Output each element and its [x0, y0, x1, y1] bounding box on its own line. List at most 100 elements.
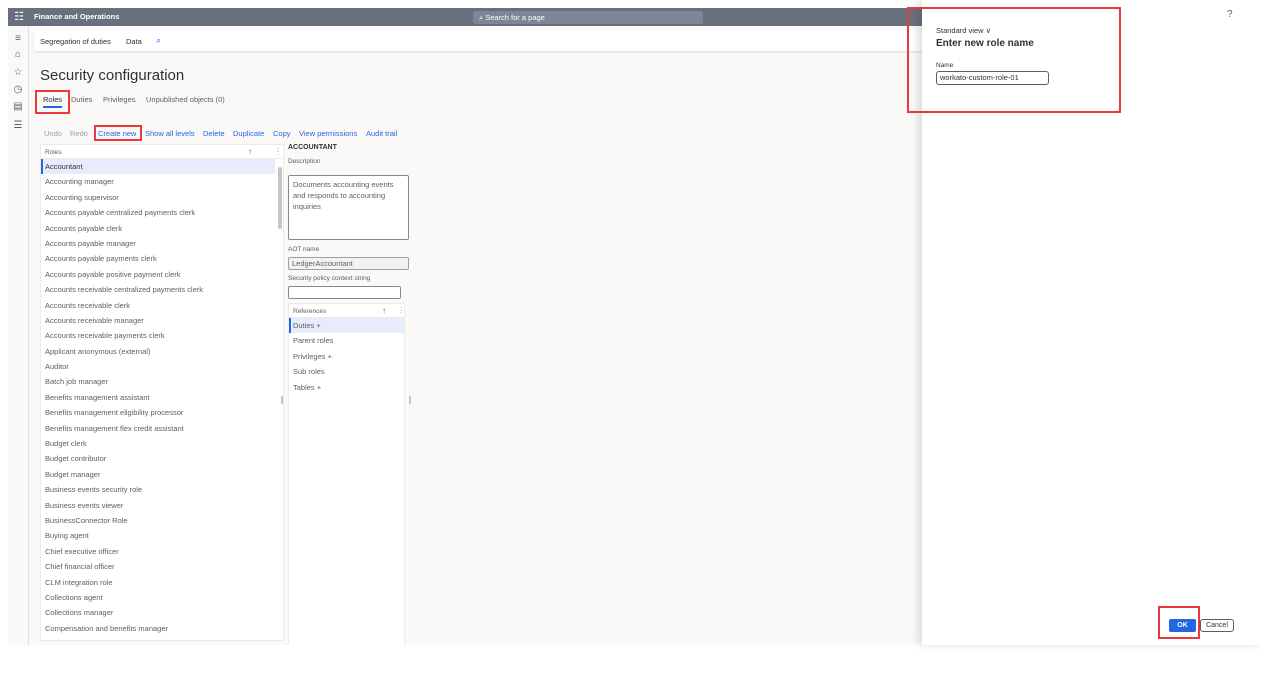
references-list: Duties + Parent roles Privileges + Sub role… [289, 318, 404, 395]
roles-list-item[interactable]: Applicant anonymous (external) [41, 344, 275, 359]
description-label: Description [288, 158, 321, 165]
roles-list-item[interactable]: BusinessConnector Role [41, 513, 275, 528]
audit-trail-button[interactable]: Audit trail [366, 129, 397, 138]
redo-button[interactable]: Redo [70, 129, 88, 138]
dialog-title: Enter new role name [936, 38, 1034, 49]
workspace-icon[interactable]: ▤ [11, 100, 25, 114]
hamburger-icon[interactable]: ≡ [11, 32, 25, 46]
name-label: Name [936, 62, 954, 69]
references-list-item[interactable]: Tables + [289, 380, 404, 395]
roles-list-item[interactable]: Accounts payable payments clerk [41, 251, 275, 266]
search-icon[interactable]: ⌕ [156, 35, 161, 46]
roles-list-item[interactable]: Chief financial officer [41, 559, 275, 574]
create-new-button[interactable]: Create new [98, 129, 136, 138]
roles-scrollbar[interactable] [278, 167, 282, 229]
star-icon[interactable]: ☆ [11, 66, 25, 80]
app-launcher-icon[interactable]: ☷ [12, 10, 26, 24]
aot-name-label: AOT name [288, 246, 320, 253]
view-permissions-button[interactable]: View permissions [299, 129, 357, 138]
roles-list-item[interactable]: Budget clerk [41, 436, 275, 451]
roles-list-item[interactable]: Auditor [41, 359, 275, 374]
roles-list-item[interactable]: Collections manager [41, 605, 275, 620]
splitter-handle[interactable] [409, 396, 411, 404]
roles-list-item[interactable]: Buying agent [41, 528, 275, 543]
app-window: ☷ Finance and Operations ⌕ Search for a p… [8, 8, 922, 645]
action-pane: Segregation of duties Data ⌕ [34, 31, 922, 51]
roles-grid-header: Roles ↑ ⋮ [41, 145, 283, 159]
left-nav: ≡ ⌂ ☆ ◷ ▤ ☰ [8, 26, 29, 645]
tab-privileges[interactable]: Privileges [103, 95, 136, 104]
roles-list-item[interactable]: Accounting supervisor [41, 190, 275, 205]
search-page-input[interactable]: ⌕ Search for a page [473, 11, 703, 24]
clock-icon[interactable]: ◷ [11, 83, 25, 97]
tab-roles[interactable]: Roles [43, 95, 63, 108]
role-name-input[interactable]: workato-custom-role-01 [936, 71, 1049, 85]
roles-list-item[interactable]: Compensation and benefits manager [41, 621, 275, 636]
search-placeholder: Search for a page [485, 13, 545, 22]
references-list-item[interactable]: Duties + [289, 318, 404, 334]
tab-duties[interactable]: Duties [71, 95, 92, 104]
app-title: Finance and Operations [34, 12, 120, 21]
roles-list: Accountant Accounting manager Accounting s… [41, 159, 283, 636]
roles-list-item[interactable]: Business events viewer [41, 498, 275, 513]
references-grid: References ↑ ⋮ Duties + Parent roles Privi… [288, 303, 405, 645]
context-string-label: Security policy context string [288, 275, 371, 282]
more-options-icon[interactable]: ⋮ [274, 147, 282, 156]
delete-button[interactable]: Delete [203, 129, 225, 138]
roles-list-item[interactable]: Batch job manager [41, 374, 275, 389]
roles-list-item[interactable]: Business events security role [41, 482, 275, 497]
more-options-icon[interactable]: ⋮ [397, 306, 405, 315]
description-field[interactable]: Documents accounting events and responds… [288, 175, 409, 240]
page-title: Security configuration [40, 67, 185, 84]
roles-list-item[interactable]: Budget manager [41, 467, 275, 482]
ok-button[interactable]: OK [1169, 619, 1196, 632]
action-data[interactable]: Data [126, 37, 142, 46]
references-list-item[interactable]: Parent roles [289, 333, 404, 348]
roles-list-item[interactable]: Accounts receivable centralized payments… [41, 282, 275, 297]
aot-name-field: LedgerAccountant [288, 257, 409, 270]
roles-list-item[interactable]: Benefits management flex credit assistan… [41, 421, 275, 436]
roles-list-item[interactable]: Accountant [41, 159, 275, 175]
standard-view-dropdown[interactable]: Standard view ∨ [936, 26, 991, 35]
chevron-down-icon: ∨ [985, 26, 992, 35]
action-segregation-of-duties[interactable]: Segregation of duties [40, 37, 111, 46]
sort-arrow-icon[interactable]: ↑ [382, 306, 386, 315]
roles-list-item[interactable]: Accounts receivable manager [41, 313, 275, 328]
roles-list-item[interactable]: Benefits management eligibility processo… [41, 405, 275, 420]
search-icon: ⌕ [479, 13, 484, 22]
show-all-levels-button[interactable]: Show all levels [145, 129, 195, 138]
new-role-dialog: Standard view ∨ Enter new role name Name… [922, 0, 1263, 645]
cancel-button[interactable]: Cancel [1200, 619, 1234, 632]
role-title: ACCOUNTANT [288, 144, 337, 151]
list-icon[interactable]: ☰ [11, 119, 25, 133]
roles-list-item[interactable]: Chief executive officer [41, 544, 275, 559]
roles-list-item[interactable]: Budget contributor [41, 451, 275, 466]
splitter-handle[interactable] [281, 396, 283, 404]
help-icon[interactable]: ? [1227, 9, 1233, 20]
sort-arrow-icon[interactable]: ↑ [248, 147, 252, 156]
tab-unpublished-objects[interactable]: Unpublished objects (0) [146, 95, 225, 104]
home-icon[interactable]: ⌂ [11, 48, 25, 62]
roles-list-item[interactable]: Accounting manager [41, 174, 275, 189]
roles-list-item[interactable]: Accounts payable positive payment clerk [41, 267, 275, 282]
references-list-item[interactable]: Sub roles [289, 364, 404, 379]
roles-column-header[interactable]: Roles [45, 149, 62, 156]
roles-list-item[interactable]: Accounts payable manager [41, 236, 275, 251]
undo-button[interactable]: Undo [44, 129, 62, 138]
view-label: Standard view [936, 26, 984, 35]
roles-list-item[interactable]: Accounts receivable payments clerk [41, 328, 275, 343]
roles-grid: Roles ↑ ⋮ Accountant Accounting manager Ac… [40, 144, 284, 641]
context-string-input[interactable] [288, 286, 401, 299]
roles-list-item[interactable]: Accounts payable clerk [41, 221, 275, 236]
roles-list-item[interactable]: Benefits management assistant [41, 390, 275, 405]
references-grid-header: References ↑ ⋮ [289, 304, 405, 318]
duplicate-button[interactable]: Duplicate [233, 129, 264, 138]
roles-list-item[interactable]: CLM integration role [41, 575, 275, 590]
roles-list-item[interactable]: Accounts receivable clerk [41, 298, 275, 313]
roles-list-item[interactable]: Accounts payable centralized payments cl… [41, 205, 275, 220]
references-list-item[interactable]: Privileges + [289, 349, 404, 364]
copy-button[interactable]: Copy [273, 129, 291, 138]
references-column-header[interactable]: References [293, 308, 326, 315]
top-bar: ☷ Finance and Operations ⌕ Search for a p… [8, 8, 922, 26]
roles-list-item[interactable]: Collections agent [41, 590, 275, 605]
